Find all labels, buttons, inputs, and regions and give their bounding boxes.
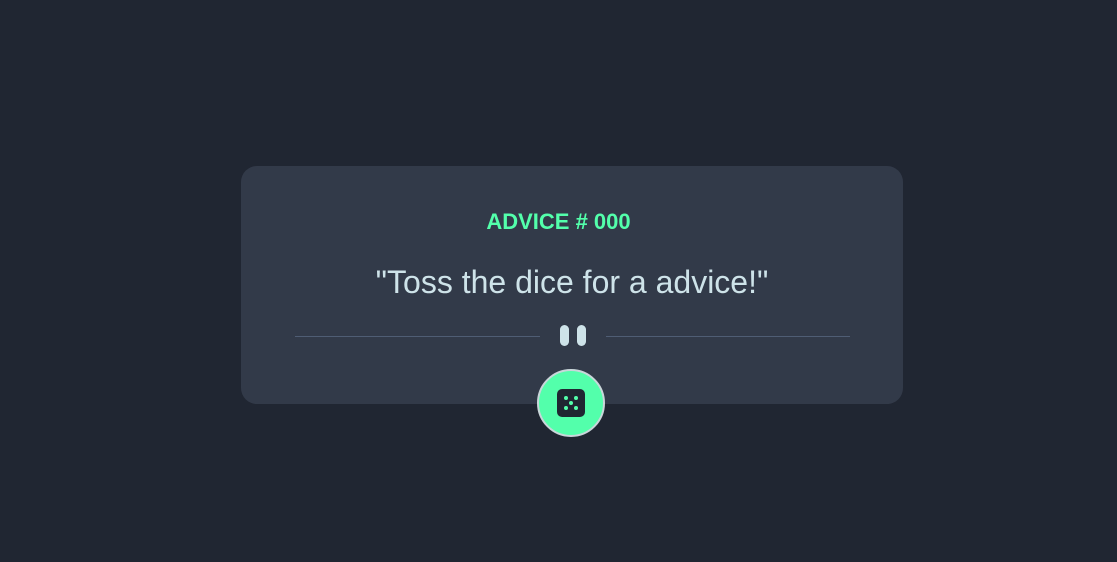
pause-bar-right <box>577 325 586 346</box>
dice-icon <box>557 389 585 417</box>
advice-quote: "Toss the dice for a advice!" <box>375 264 769 300</box>
page: ADVICE # 000 "Toss the dice for a advice… <box>0 0 1117 562</box>
divider-line-right <box>606 336 850 337</box>
pause-bar-left <box>560 325 569 346</box>
advice-id-label: ADVICE # 000 <box>486 209 631 234</box>
roll-dice-button[interactable] <box>537 369 605 437</box>
pause-icon <box>560 325 586 347</box>
divider <box>295 325 850 347</box>
divider-line-left <box>295 336 540 337</box>
